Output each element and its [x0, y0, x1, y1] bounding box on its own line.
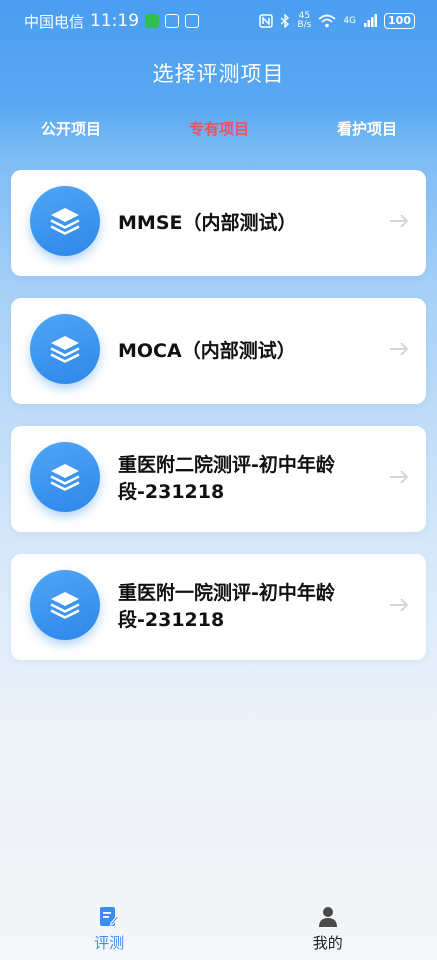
nav-mine[interactable]: 我的 [268, 890, 388, 960]
project-card[interactable]: MMSE（内部测试） [11, 170, 426, 276]
assessment-icon [100, 907, 120, 926]
wifi-icon [318, 14, 336, 28]
arrow-right-icon [390, 214, 409, 228]
project-card[interactable]: 重医附一院测评-初中年龄段-231218 [11, 554, 426, 660]
nfc-icon [259, 14, 274, 28]
tab-private-projects[interactable]: 专有项目 [189, 118, 249, 139]
tab-public-projects[interactable]: 公开项目 [41, 118, 101, 139]
data-speed-indicator: 45 B/s [297, 11, 312, 30]
project-tabs: 公开项目 专有项目 看护项目 [0, 106, 437, 150]
arrow-right-icon [390, 470, 409, 484]
arrow-right-icon [390, 598, 409, 612]
status-bar: 中国电信 11:19 45 B/s 4G 100 [0, 0, 437, 42]
page-title: 选择评测项目 [152, 62, 285, 86]
battery-indicator: 100 [384, 13, 415, 29]
project-card[interactable]: MOCA（内部测试） [11, 298, 426, 404]
project-card[interactable]: 重医附二院测评-初中年龄段-231218 [11, 426, 426, 532]
layers-icon [30, 186, 100, 256]
project-name: MOCA（内部测试） [118, 339, 296, 362]
status-left: 中国电信 11:19 [24, 11, 200, 32]
arrow-right-icon [390, 342, 409, 356]
app-notification-icon [165, 14, 180, 28]
user-icon [318, 907, 337, 927]
app-notification-icon-2 [185, 14, 200, 28]
project-name: 重医附二院测评-初中年龄段-231218 [118, 454, 335, 503]
status-right: 45 B/s 4G 100 [259, 12, 415, 30]
signal-icon [364, 14, 378, 27]
status-time: 11:19 [90, 11, 140, 31]
layers-icon [30, 314, 100, 384]
tab-care-projects[interactable]: 看护项目 [337, 118, 397, 139]
nav-mine-label: 我的 [312, 934, 343, 952]
bottom-nav: 评测 我的 [0, 890, 437, 960]
project-name: 重医附一院测评-初中年龄段-231218 [118, 582, 335, 631]
carrier-name: 中国电信 [24, 12, 85, 31]
nav-assessment[interactable]: 评测 [49, 890, 169, 960]
network-type: 4G [343, 16, 357, 26]
nav-assessment-label: 评测 [94, 934, 125, 952]
wechat-notification-icon [145, 14, 160, 28]
layers-icon [30, 442, 100, 512]
project-name: MMSE（内部测试） [118, 211, 297, 234]
bluetooth-icon [280, 14, 290, 28]
layers-icon [30, 570, 100, 640]
